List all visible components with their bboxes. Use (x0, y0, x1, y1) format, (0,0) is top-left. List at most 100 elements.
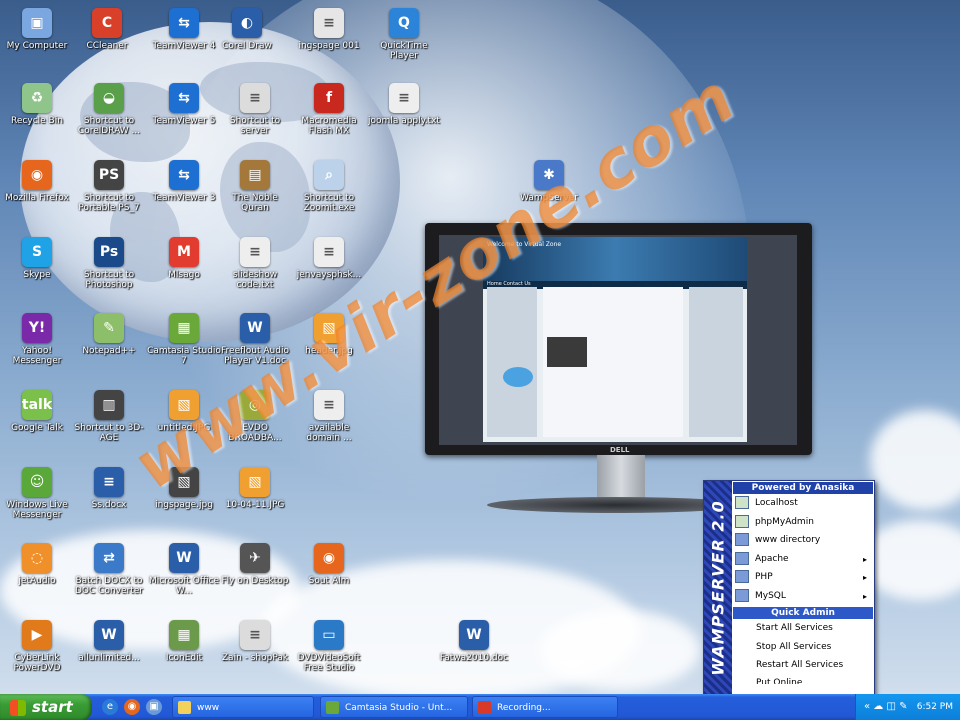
taskbar-button-label: www (197, 703, 220, 713)
wamp-menu-item[interactable]: MySQL ▸ (735, 588, 872, 605)
desktop-icon[interactable]: ◌ jetAudio (0, 543, 74, 586)
system-tray: « ☁ ◫ ✎ 6:52 PM (855, 694, 960, 720)
quick-admin-item[interactable]: Put Online (756, 676, 872, 684)
quick-admin-item[interactable]: Restart All Services (756, 657, 872, 674)
desktop-icon[interactable]: ⌕ Shortcut to Zoomit.exe (292, 160, 366, 213)
desktop-icon[interactable]: C CCleaner (70, 8, 144, 51)
folder-icon (735, 533, 749, 546)
desktop-icon[interactable]: ≡ Zain - shopPak (218, 620, 292, 663)
submenu-arrow-icon: ▸ (862, 573, 867, 582)
desktop-icon[interactable]: ▦ IconEdit (147, 620, 221, 663)
desktop-icon-label: Shortcut to Zoomit.exe (303, 193, 355, 213)
desktop-icon[interactable]: ▧ 10-04-11.JPG (218, 467, 292, 510)
desktop-icon[interactable]: ◒ Shortcut to CorelDRAW ... (72, 83, 146, 136)
desktop-icon-label: Sout Alm (308, 576, 350, 586)
taskbar-button[interactable]: Camtasia Studio - Unt... (320, 696, 468, 718)
desktop-icon[interactable]: ♻ Recycle Bin (0, 83, 74, 126)
desktop-icon-label: CyberLink PowerDVD (13, 653, 61, 673)
taskbar-button[interactable]: Recording... (472, 696, 618, 718)
desktop-icon[interactable]: ▦ Camtasia Studio 7 (147, 313, 221, 366)
wamp-menu-item-label: phpMyAdmin (755, 516, 814, 527)
image-file-icon: ▧ (240, 467, 270, 497)
desktop-icon[interactable]: ⇄ Batch DOCX to DOC Converter (72, 543, 146, 596)
desktop-icon[interactable]: ✈ Fly on Desktop (218, 543, 292, 586)
desktop-icon[interactable]: ◉ Mozilla Firefox (0, 160, 74, 203)
desktop-icon[interactable]: ≡ Ss.docx (72, 467, 146, 510)
tray-icons[interactable]: « ☁ ◫ ✎ (864, 694, 907, 720)
ie-icon[interactable]: e (102, 699, 118, 715)
photoshop-icon: PS (94, 160, 124, 190)
desktop-icon-label: Corel Draw (222, 41, 272, 51)
wamp-menu-item[interactable]: phpMyAdmin (735, 514, 872, 531)
desktop-icon[interactable]: ▭ DVDVideoSoft Free Studio (292, 620, 366, 673)
messenger-icon: ☺ (22, 467, 52, 497)
desktop-icon-label: Zain - shopPak (221, 653, 289, 663)
wampserver-menu: WAMPSERVER 2.0 Powered by Anasika Localh… (703, 480, 875, 696)
desktop-icon[interactable]: ≡ slideshow code.txt (218, 237, 292, 290)
taskbar-button[interactable]: www (172, 696, 314, 718)
firefox-icon[interactable]: ◉ (124, 699, 140, 715)
desktop-icon[interactable]: ◐ Corel Draw (210, 8, 284, 51)
quick-admin-item[interactable]: Start All Services (756, 620, 872, 637)
start-button[interactable]: start (0, 694, 92, 720)
desktop-icon-label: Yahoo! Messenger (12, 346, 62, 366)
desktop-icon[interactable]: Q QuickTime Player (367, 8, 441, 61)
teamviewer-icon: ⇆ (169, 160, 199, 190)
desktop-icon-label: ingspage.jpg (155, 500, 213, 510)
desktop-icon[interactable]: W Fatwa2010.doc (437, 620, 511, 663)
desktop-icon[interactable]: ◉ Sout Alm (292, 543, 366, 586)
desktop-icon-label: available domain ... (306, 423, 352, 443)
desktop-icon[interactable]: ▣ My Computer (0, 8, 74, 51)
desktop-icon[interactable]: ≡ joomla apply.txt (367, 83, 441, 126)
desktop-icon-label: Microsoft Office W... (148, 576, 220, 596)
desktop-icon-label: Skype (23, 270, 51, 280)
desktop-icon[interactable]: f Macromedia Flash MX (292, 83, 366, 136)
desktop-icon[interactable]: talk Google Talk (0, 390, 74, 433)
desktop-icon[interactable]: PS Shortcut to Portable PS_7 (72, 160, 146, 213)
desktop-icon[interactable]: Wallunlimited... (72, 620, 146, 663)
wamp-menu-item[interactable]: PHP ▸ (735, 569, 872, 586)
desktop-icon-label: My Computer (6, 41, 68, 51)
desktop-icon[interactable]: ⇆ TeamViewer 3 (147, 160, 221, 203)
firefox-icon: ◉ (314, 543, 344, 573)
desktop-icon[interactable]: W Microsoft Office W... (147, 543, 221, 596)
iconedit-icon: ▦ (169, 620, 199, 650)
camtasia-icon (326, 701, 339, 714)
start-label: start (32, 698, 73, 716)
shortcut-icon: ≡ (240, 83, 270, 113)
folder-icon (735, 588, 749, 602)
desktop-icon[interactable]: ≡ ingspage 001 (292, 8, 366, 51)
submenu-arrow-icon: ▸ (862, 591, 867, 601)
desktop-icon[interactable]: M Mlsago (147, 237, 221, 280)
desktop-icon-label: Camtasia Studio 7 (147, 346, 221, 366)
wamp-menu-item[interactable]: Localhost (735, 495, 872, 512)
word-doc-icon: W (240, 313, 270, 343)
desktop-icon-label: The Noble Quran (232, 193, 278, 213)
desktop-icon[interactable]: ▤ The Noble Quran (218, 160, 292, 213)
desktop-icon-label: Ss.docx (91, 500, 127, 510)
desktop-icon-label: allunlimited... (78, 653, 140, 663)
camtasia-icon: ▦ (169, 313, 199, 343)
desktop-icon-label: jenvaysphsk... (296, 270, 362, 280)
desktop-icon[interactable]: Ps Shortcut to Photoshop (72, 237, 146, 290)
desktop-icon-label: Notepad++ (82, 346, 136, 356)
quick-admin-item[interactable]: Stop All Services (756, 639, 872, 656)
ccleaner-icon: C (92, 8, 122, 38)
desktop-icon[interactable]: ☺ Windows Live Messenger (0, 467, 74, 520)
window-icon[interactable]: ▣ (146, 699, 162, 715)
desktop-icon[interactable]: Y! Yahoo! Messenger (0, 313, 74, 366)
quicktime-icon: Q (389, 8, 419, 38)
desktop-icon[interactable]: S Skype (0, 237, 74, 280)
desktop-icon[interactable]: ≡ Shortcut to server (218, 83, 292, 136)
desktop-icon-label: Mozilla Firefox (5, 193, 69, 203)
wamp-menu-item[interactable]: Apache ▸ (735, 551, 872, 568)
desktop-icon[interactable]: ⇆ TeamViewer 5 (147, 83, 221, 126)
shortcut-icon: ≡ (240, 620, 270, 650)
desktop-icon[interactable]: ✎ Notepad++ (72, 313, 146, 356)
desktop-icon[interactable]: ▶ CyberLink PowerDVD (0, 620, 74, 673)
wamp-menu-item[interactable]: www directory (735, 532, 872, 549)
desktop-icon[interactable]: ≡ jenvaysphsk... (292, 237, 366, 280)
desktop-icon-label: Fatwa2010.doc (439, 653, 509, 663)
coreldraw-icon: ◐ (232, 8, 262, 38)
monitor-stand (597, 455, 645, 500)
